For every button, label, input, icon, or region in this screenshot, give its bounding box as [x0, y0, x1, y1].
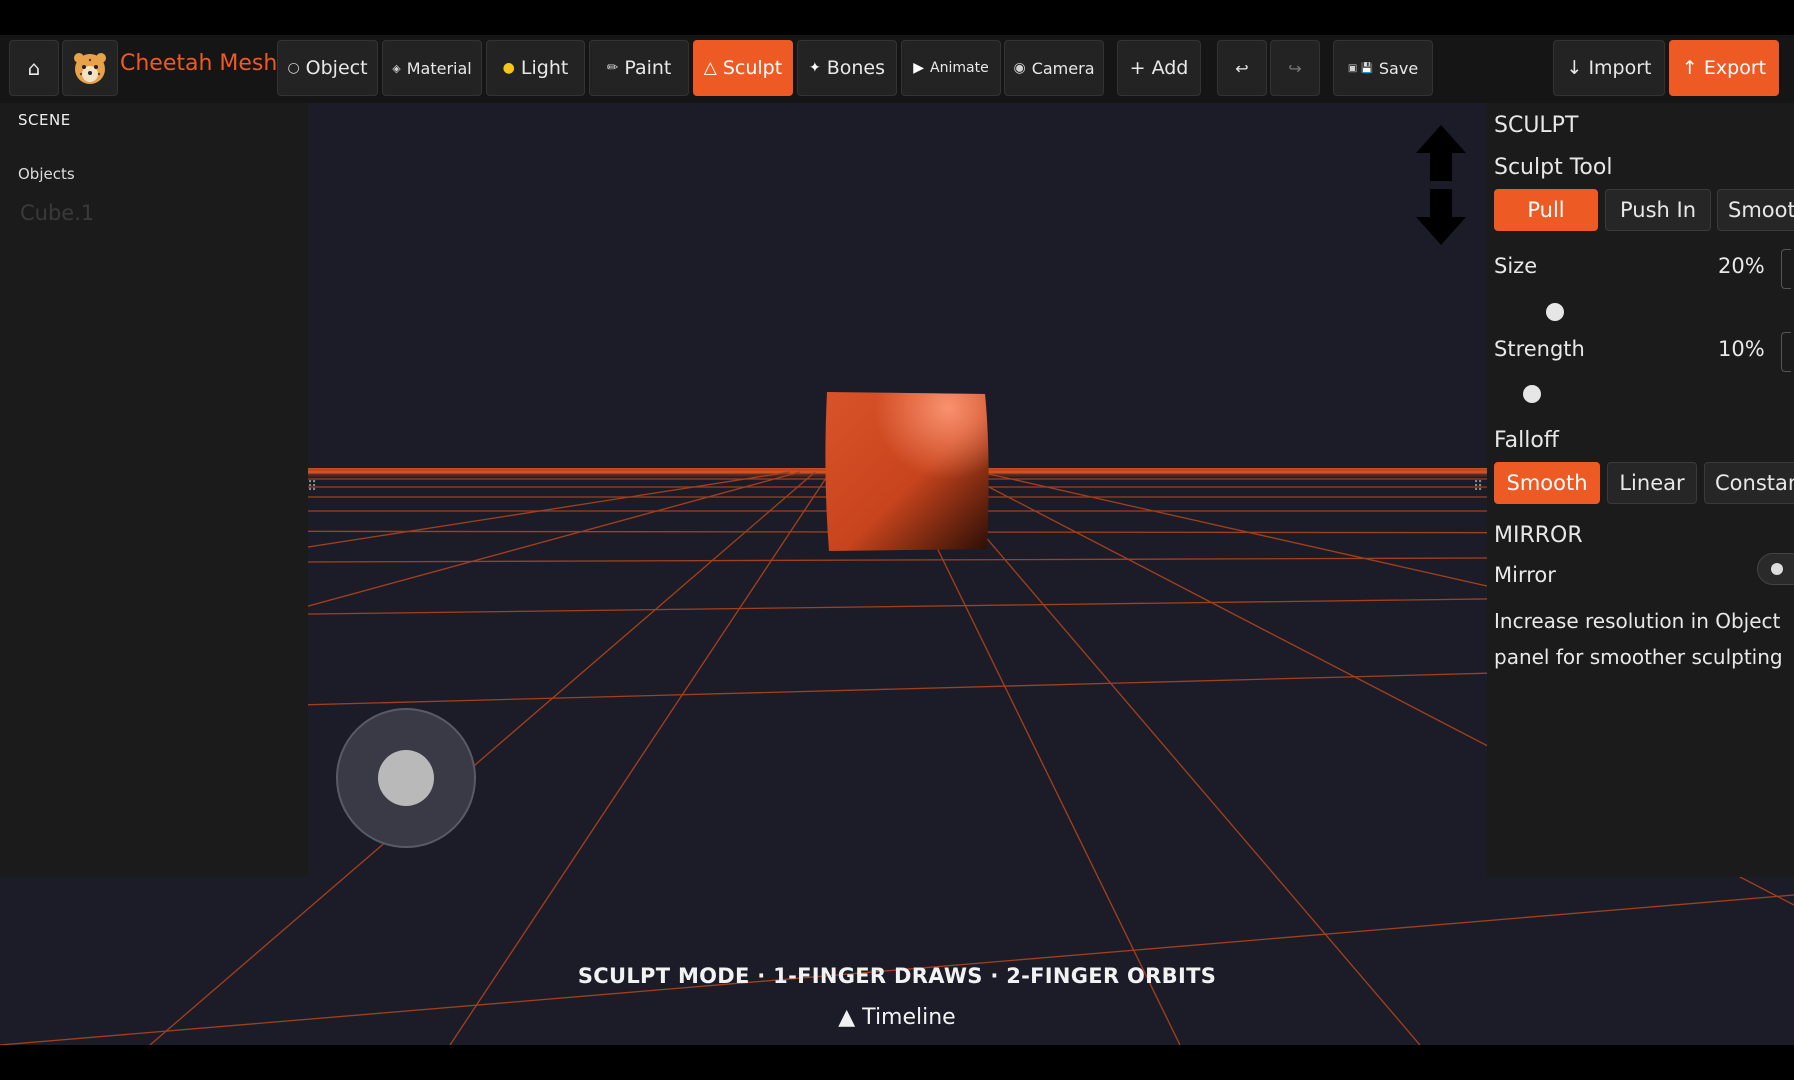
mode-label: Object: [305, 57, 368, 79]
tool-pull-button[interactable]: Pull: [1494, 189, 1598, 231]
brand-logo: [62, 40, 118, 96]
mode-label: Animate: [930, 60, 989, 76]
mode-camera-button[interactable]: ◉ Camera: [1004, 40, 1104, 96]
app-title: Cheetah Mesh: [120, 51, 278, 76]
sculpt-header: SCULPT: [1494, 113, 1579, 138]
redo-icon: ↪: [1288, 58, 1302, 78]
size-label: Size: [1494, 254, 1538, 278]
camera-pan-arrows[interactable]: [1414, 123, 1468, 249]
strength-slider-knob[interactable]: [1523, 385, 1541, 403]
material-icon: ◈: [392, 61, 401, 75]
tool-push-in-button[interactable]: Push In: [1605, 189, 1711, 231]
top-toolbar: ⌂ Cheetah Mesh ○ Object ◈ Material ● Lig…: [0, 35, 1794, 103]
arrow-up-icon: [1416, 125, 1466, 181]
mode-sculpt-button[interactable]: △ Sculpt: [693, 40, 793, 96]
undo-button[interactable]: ↩: [1217, 40, 1267, 96]
undo-icon: ↩: [1235, 58, 1249, 78]
cube-mesh: [825, 392, 989, 551]
export-button[interactable]: ↑ Export: [1669, 40, 1779, 96]
falloff-linear-button[interactable]: Linear: [1607, 462, 1697, 504]
falloff-smooth-button[interactable]: Smooth: [1494, 462, 1600, 504]
home-icon: ⌂: [27, 56, 41, 80]
arrow-down-icon: [1416, 189, 1466, 245]
mode-material-button[interactable]: ◈ Material: [382, 40, 482, 96]
triangle-icon: △: [703, 58, 717, 78]
objects-label: Objects: [18, 165, 75, 183]
strength-value: 10%: [1718, 337, 1765, 361]
cheetah-logo-icon: [74, 53, 106, 84]
save-icon: ▣ 💾: [1347, 62, 1373, 74]
save-button[interactable]: ▣ 💾 Save: [1333, 40, 1433, 96]
save-label: Save: [1378, 58, 1419, 78]
sculpt-panel: SCULPT Sculpt Tool Pull Push In Smooth S…: [1487, 103, 1794, 877]
sculpt-tip-line2: panel for smoother sculpting: [1494, 645, 1783, 669]
strength-edge: [1781, 332, 1791, 372]
mode-label: Bones: [826, 57, 886, 79]
mode-paint-button[interactable]: ✏ Paint: [589, 40, 689, 96]
scene-object-item[interactable]: Cube.1: [20, 201, 94, 225]
mode-bones-button[interactable]: ✦ Bones: [797, 40, 897, 96]
sculpt-tip-line1: Increase resolution in Object: [1494, 609, 1781, 633]
falloff-constant-button[interactable]: Constant: [1704, 462, 1794, 504]
falloff-label: Falloff: [1494, 428, 1559, 453]
bone-icon: ✦: [808, 60, 821, 76]
orbit-joystick[interactable]: [336, 708, 476, 848]
mirror-label: Mirror: [1494, 563, 1556, 587]
app-window: ⌂ Cheetah Mesh ○ Object ◈ Material ● Lig…: [0, 35, 1794, 1045]
tool-smooth-button[interactable]: Smooth: [1717, 189, 1794, 231]
import-button[interactable]: ↓ Import: [1553, 40, 1665, 96]
pencil-icon: ✏: [606, 60, 619, 76]
mirror-toggle[interactable]: [1757, 553, 1794, 585]
size-value: 20%: [1718, 254, 1765, 278]
circle-icon: ○: [287, 60, 300, 76]
light-bulb-icon: ●: [502, 60, 515, 76]
sculpt-tool-label: Sculpt Tool: [1494, 155, 1613, 180]
joystick-knob[interactable]: [378, 750, 434, 806]
home-button[interactable]: ⌂: [9, 40, 59, 96]
mirror-header: MIRROR: [1494, 523, 1583, 548]
redo-button[interactable]: ↪: [1270, 40, 1320, 96]
scene-panel: SCENE Objects Cube.1: [0, 103, 308, 877]
mode-label: Sculpt: [722, 57, 783, 79]
size-edge: [1781, 249, 1791, 289]
size-slider-knob[interactable]: [1546, 303, 1564, 321]
mode-light-button[interactable]: ● Light: [486, 40, 585, 96]
mode-label: Paint: [624, 57, 672, 79]
play-icon: ▶: [913, 60, 925, 76]
left-panel-resize-handle[interactable]: ⠿: [307, 479, 317, 495]
mode-label: Camera: [1031, 58, 1095, 78]
camera-icon: ◉: [1013, 60, 1026, 76]
tool-smooth-label: Smooth: [1728, 198, 1794, 222]
mode-hint: SCULPT MODE · 1-FINGER DRAWS · 2-FINGER …: [577, 964, 1217, 988]
right-panel-resize-handle[interactable]: ⠿: [1473, 479, 1483, 495]
mode-animate-button[interactable]: ▶ Animate: [901, 40, 1001, 96]
mode-object-button[interactable]: ○ Object: [277, 40, 378, 96]
add-button[interactable]: + Add: [1117, 40, 1201, 96]
strength-label: Strength: [1494, 337, 1585, 361]
scene-header: SCENE: [18, 111, 71, 129]
timeline-toggle[interactable]: ▲ Timeline: [797, 1005, 997, 1030]
mode-label: Material: [406, 58, 472, 78]
mode-label: Light: [520, 57, 569, 79]
falloff-constant-label: Constant: [1715, 471, 1794, 495]
mirror-toggle-knob: [1771, 563, 1783, 575]
